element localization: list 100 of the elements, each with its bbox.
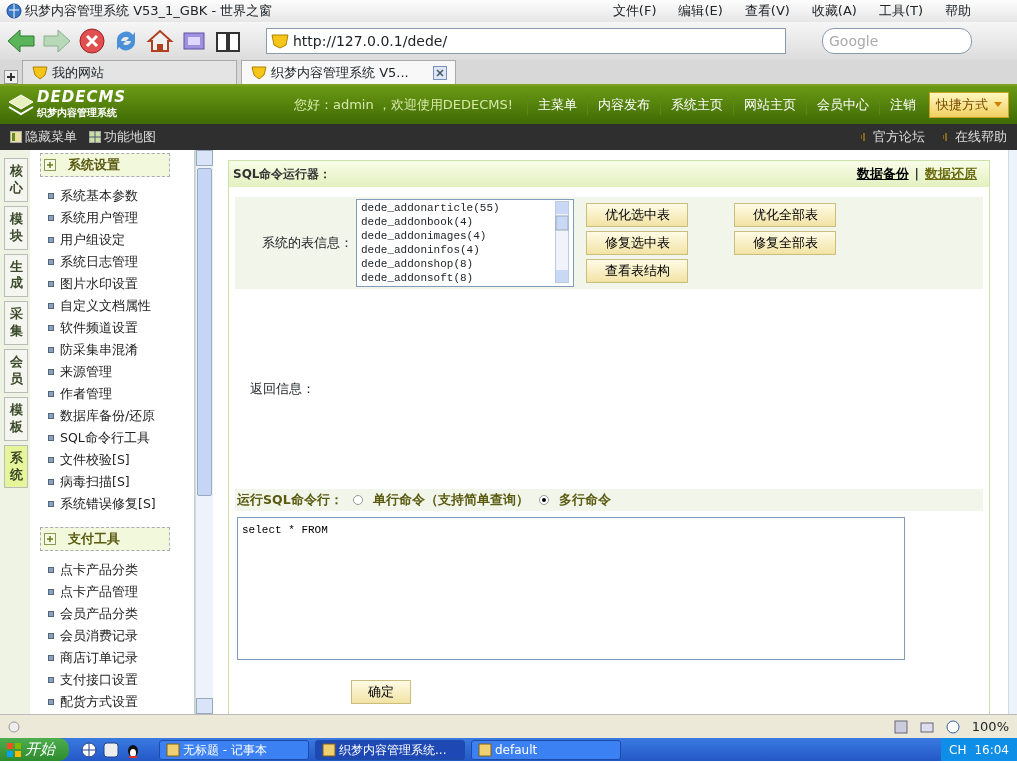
menu-item[interactable]: 系统错误修复[S] (60, 494, 156, 514)
submit-button[interactable]: 确定 (351, 680, 411, 704)
radio-button[interactable] (538, 495, 549, 505)
link[interactable]: 数据备份 (856, 164, 909, 184)
menu-item[interactable]: 点卡产品分类 (60, 560, 138, 580)
menu-item[interactable]: 数据库备份/还原 (60, 406, 156, 426)
scrollbar[interactable] (195, 150, 213, 714)
nav-link[interactable]: 注销 (879, 95, 926, 115)
menu-item[interactable]: 帮助 (945, 1, 971, 21)
scrollbar[interactable] (1008, 150, 1017, 714)
menu-item[interactable]: 作者管理 (60, 384, 112, 404)
bullet-icon (48, 215, 54, 221)
scrollbar[interactable] (555, 201, 569, 283)
table-action-button[interactable]: 查看表结构 (586, 259, 688, 283)
bullet-icon (48, 259, 54, 265)
bullet-icon (48, 699, 54, 705)
nav-link[interactable]: 系统主页 (660, 95, 733, 115)
sql-input[interactable]: select * FROM (237, 517, 905, 660)
table-action-button[interactable]: 修复全部表 (734, 231, 836, 255)
plus-icon[interactable] (4, 70, 18, 84)
bullet-icon (48, 655, 54, 661)
bullet-icon (48, 347, 54, 353)
side-tab[interactable]: 生成 (4, 253, 28, 298)
menu-item[interactable]: 查看(V) (744, 1, 790, 21)
bullet-icon (48, 677, 54, 683)
zoom-level[interactable]: 100% (971, 716, 1009, 737)
bullet-icon (48, 237, 54, 243)
menu-item[interactable]: 系统日志管理 (60, 252, 138, 272)
shield-icon (270, 33, 290, 49)
shortcut-menu[interactable]: 快捷方式 (929, 92, 1009, 118)
menu-group-header[interactable]: 系统设置 (40, 153, 170, 177)
side-tab[interactable]: 会员 (4, 349, 28, 393)
menu-item[interactable]: 编辑(E) (678, 1, 723, 21)
list-option[interactable]: dede_addonarticle(55) (361, 201, 555, 215)
list-option[interactable]: dede_addonimages(4) (361, 229, 555, 243)
menu-item[interactable]: 会员产品分类 (60, 604, 138, 624)
link[interactable]: 数据还原 (925, 164, 977, 184)
table-action-button[interactable]: 修复选中表 (586, 231, 688, 255)
list-option[interactable]: dede_addonsoft(8) (361, 271, 555, 285)
nav-link[interactable]: 内容发布 (587, 95, 660, 115)
menu-item[interactable]: 会员消费记录 (60, 626, 138, 646)
menu-item[interactable]: 来源管理 (60, 362, 112, 382)
close-icon[interactable] (433, 65, 447, 80)
menu-item[interactable]: 支付接口设置 (60, 670, 138, 690)
window-icon[interactable] (919, 719, 934, 734)
list-option[interactable]: dede_addonshop(8) (361, 257, 555, 271)
toolbar-link[interactable]: 在线帮助 (943, 127, 1007, 147)
list-option[interactable]: dede_addonbook(4) (361, 215, 555, 229)
taskbar-button[interactable]: 无标题 - 记事本 (159, 739, 309, 760)
menu-item[interactable]: 点卡产品管理 (60, 582, 138, 602)
side-tab[interactable]: 系统 (4, 444, 28, 489)
side-tab[interactable]: 模板 (4, 396, 28, 441)
address-field[interactable]: http://127.0.0.1/dede/ (266, 28, 786, 54)
globe-icon[interactable] (81, 741, 97, 758)
bullet-icon (48, 611, 54, 617)
menu-item[interactable]: 系统用户管理 (60, 208, 138, 228)
taskbar-button[interactable]: default (471, 739, 621, 760)
menu-group-header[interactable]: 支付工具 (40, 527, 170, 551)
radio-label[interactable]: 单行命令（支持简单查询） (372, 490, 529, 510)
side-tab[interactable]: 采集 (4, 301, 28, 346)
menu-item[interactable]: 图片水印设置 (60, 274, 138, 294)
field-label: 运行SQL命令行： (237, 490, 343, 509)
taskbar-button[interactable]: 织梦内容管理系统... (315, 739, 465, 760)
menu-item[interactable]: 商店订单记录 (60, 648, 138, 668)
table-action-button[interactable]: 优化选中表 (586, 203, 688, 227)
side-tab[interactable]: 核心 (4, 158, 28, 202)
toolbar-link[interactable]: 官方论坛 (861, 127, 925, 147)
table-action-button[interactable]: 优化全部表 (734, 203, 836, 227)
list-option[interactable]: dede_addoninfos(4) (361, 243, 555, 257)
back-icon[interactable] (6, 27, 36, 55)
nav-link[interactable]: 主菜单 (527, 95, 587, 115)
field-label: 返回信息： (249, 380, 315, 399)
menu-item[interactable]: 文件校验[S] (60, 450, 130, 470)
menu-item[interactable]: 系统基本参数 (60, 186, 138, 206)
menu-item[interactable]: 工具(T) (878, 1, 923, 21)
browser-tab[interactable]: 织梦内容管理系统 V5... (241, 60, 456, 84)
radio-button[interactable] (352, 495, 363, 505)
radio-label[interactable]: 多行命令 (558, 490, 611, 510)
browser-icon[interactable] (103, 741, 119, 758)
toolbar-link[interactable]: 隐藏菜单 (10, 127, 77, 147)
menu-item[interactable]: SQL命令行工具 (60, 428, 150, 448)
table-list[interactable]: dede_addonarticle(55) dede_addonbook(4) dede_addonimages(4) dede_addoninfos(4) dede_addonshop(8) dede_addonsoft(8) (356, 199, 574, 287)
field-label: 系统的表信息： (261, 234, 353, 253)
nav-link[interactable]: 会员中心 (806, 95, 879, 115)
side-tab[interactable]: 模块 (4, 205, 28, 250)
menu-item[interactable]: 配货方式设置 (60, 692, 138, 712)
signal-icon (861, 133, 867, 141)
menu-item[interactable]: 文件(F) (612, 1, 657, 21)
menu-item[interactable]: 用户组设定 (60, 230, 125, 250)
stop-icon[interactable] (78, 27, 106, 55)
menu-item[interactable]: 软件频道设置 (60, 318, 138, 338)
browser-tab[interactable]: 我的网站 (22, 60, 237, 84)
nav-link[interactable]: 网站主页 (733, 95, 806, 115)
toolbar-link[interactable]: 功能地图 (89, 127, 156, 147)
menu-item[interactable]: 收藏(A) (811, 1, 857, 21)
menu-item[interactable]: 防采集串混淆 (60, 340, 138, 360)
menu-item[interactable]: 自定义文档属性 (60, 296, 151, 316)
greeting-text: 您好：admin ，欢迎使用DEDECMS! (293, 96, 513, 115)
menu-item[interactable]: 病毒扫描[S] (60, 472, 130, 492)
home-icon[interactable] (146, 27, 174, 55)
